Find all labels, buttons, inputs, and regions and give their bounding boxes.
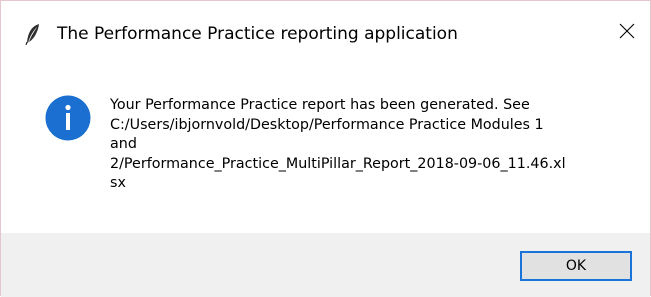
message-dialog-window: The Performance Practice reporting appli… [0, 0, 651, 297]
close-button[interactable] [605, 13, 649, 53]
title-bar[interactable]: The Performance Practice reporting appli… [1, 1, 650, 65]
feather-icon [25, 23, 41, 46]
ok-button[interactable]: OK [520, 251, 632, 281]
message-line: and [110, 136, 137, 152]
message-line: sx [110, 175, 126, 191]
dialog-message: Your Performance Practice report has bee… [110, 96, 630, 194]
dialog-body: Your Performance Practice report has bee… [1, 65, 650, 233]
dialog-footer: OK [1, 233, 650, 297]
message-line: C:/Users/ibjornvold/Desktop/Performance … [110, 116, 544, 133]
close-icon [619, 23, 635, 43]
message-line: Your Performance Practice report has bee… [110, 97, 530, 113]
window-title: The Performance Practice reporting appli… [57, 24, 458, 44]
info-icon [45, 95, 91, 141]
message-line: 2/Performance_Practice_MultiPillar_Repor… [110, 155, 566, 172]
